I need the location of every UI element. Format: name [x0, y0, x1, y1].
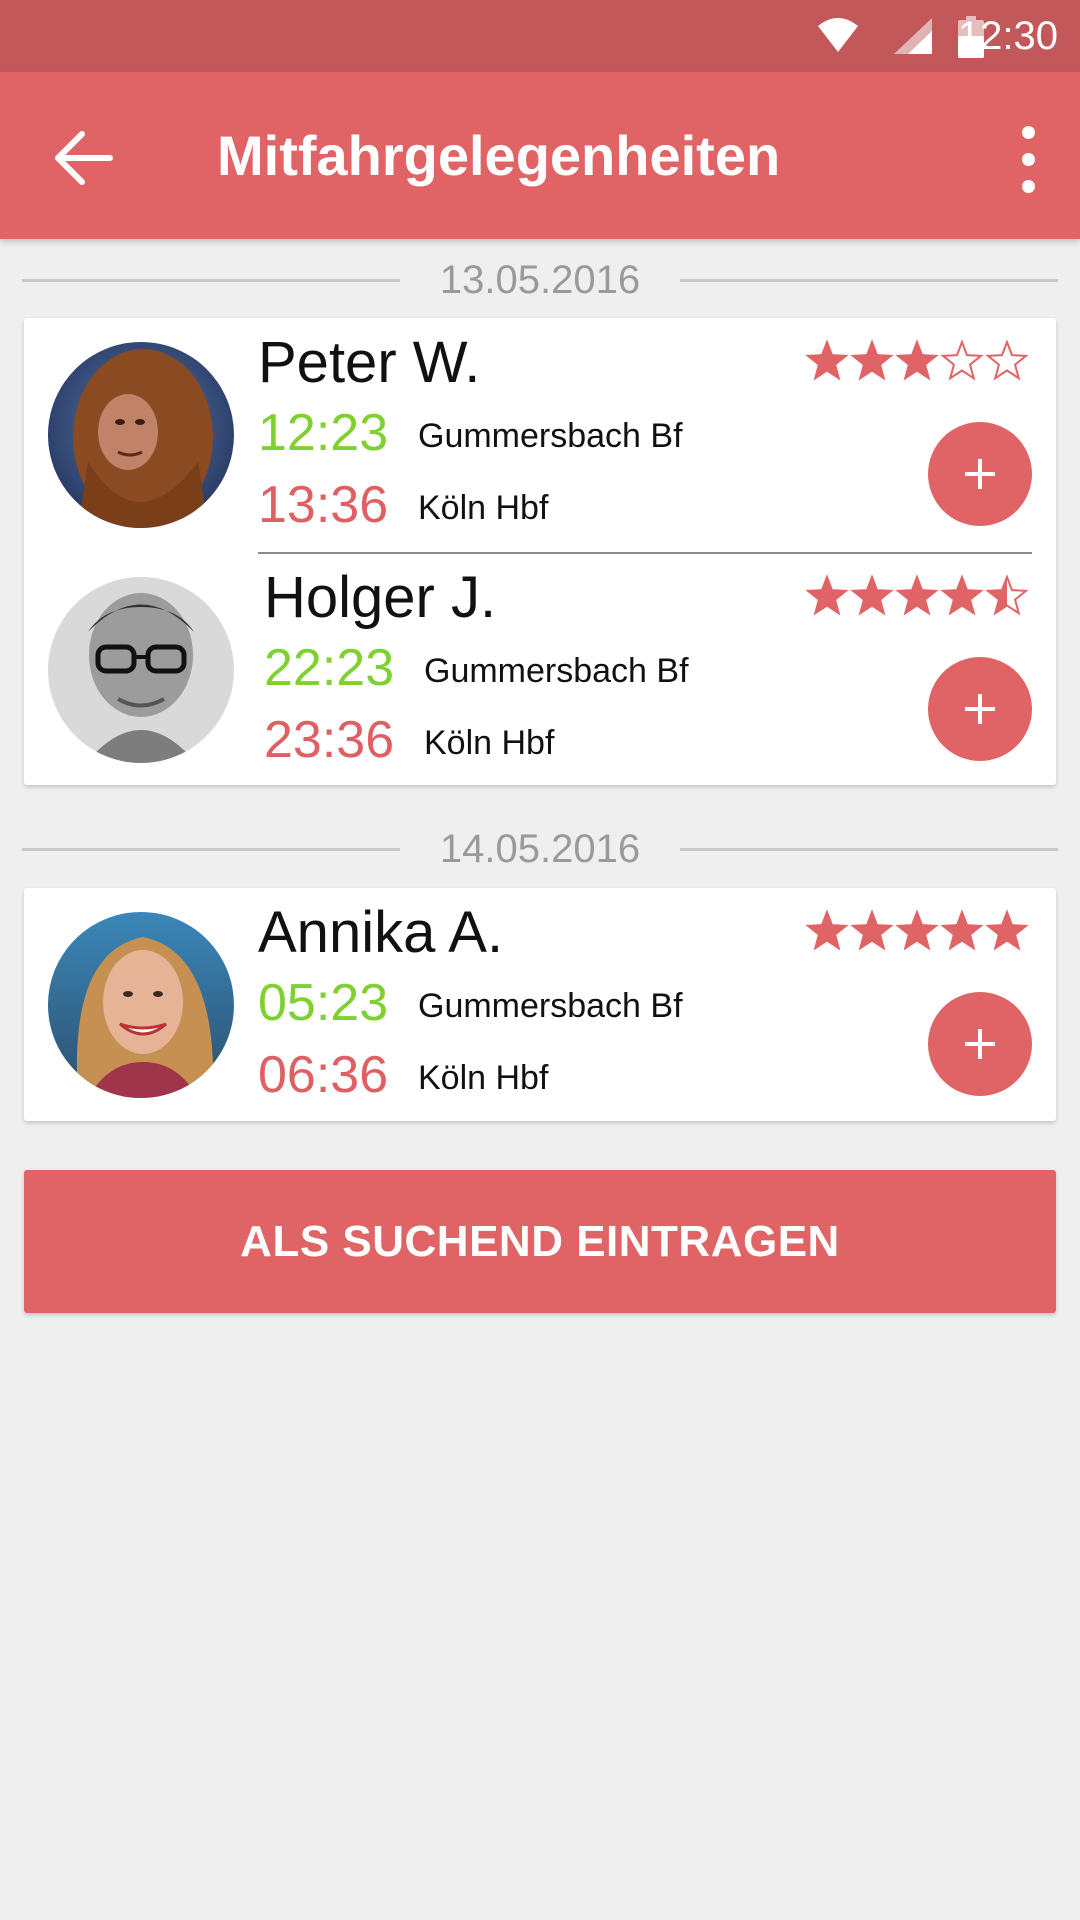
ride-item[interactable]: Annika A. 05:23 Gummersbach Bf 06:36 Köl… — [24, 888, 1056, 1118]
ride-card: Annika A. 05:23 Gummersbach Bf 06:36 Köl… — [24, 888, 1056, 1121]
arrival-time: 13:36 — [258, 476, 389, 534]
status-bar: 12:30 — [0, 0, 1080, 72]
departure-time: 12:23 — [258, 404, 389, 462]
driver-photo — [48, 342, 234, 528]
driver-photo — [48, 912, 234, 1098]
star-icon — [940, 339, 984, 381]
app-bar: Mitfahrgelegenheiten — [0, 72, 1080, 239]
date-header: 13.05.2016 — [22, 250, 1058, 310]
avatar — [48, 577, 234, 763]
departure-time: 05:23 — [258, 974, 389, 1032]
rating-stars — [805, 574, 1029, 616]
driver-name: Annika A. — [258, 900, 504, 965]
back-button[interactable] — [40, 115, 126, 201]
status-time: 12:30 — [957, 14, 1058, 58]
more-vert-icon — [1022, 126, 1035, 139]
arrival-place: Köln Hbf — [418, 489, 549, 527]
rating-stars — [805, 909, 1029, 951]
arrow-back-icon — [55, 131, 113, 185]
driver-photo — [48, 577, 234, 763]
star-icon — [805, 574, 849, 616]
overflow-menu-button[interactable] — [996, 124, 1056, 194]
star-icon — [895, 574, 939, 616]
arrival-place: Köln Hbf — [418, 1059, 549, 1097]
departure-time: 22:23 — [264, 639, 395, 697]
register-as-searching-button[interactable]: ALS SUCHEND EINTRAGEN — [24, 1170, 1056, 1313]
arrival-place: Köln Hbf — [424, 724, 555, 762]
star-icon — [895, 909, 939, 951]
star-icon — [850, 909, 894, 951]
star-icon — [805, 909, 849, 951]
add-ride-button[interactable] — [928, 992, 1032, 1096]
star-icon — [850, 339, 894, 381]
star-icon — [895, 339, 939, 381]
star-icon — [985, 574, 1029, 616]
star-icon — [940, 574, 984, 616]
avatar — [48, 342, 234, 528]
ride-item[interactable]: Holger J. 22:23 Gummersbach Bf 23:36 Köl… — [24, 553, 1056, 783]
avatar — [48, 912, 234, 1098]
departure-place: Gummersbach Bf — [418, 987, 683, 1025]
wifi-icon — [818, 18, 858, 52]
ride-item[interactable]: Peter W. 12:23 Gummersbach Bf 13:36 Köln… — [24, 318, 1056, 548]
page-title: Mitfahrgelegenheiten — [217, 124, 781, 187]
cell-signal-icon — [894, 18, 932, 54]
divider-line — [680, 848, 1058, 851]
add-ride-button[interactable] — [928, 422, 1032, 526]
add-ride-button[interactable] — [928, 657, 1032, 761]
driver-name: Peter W. — [258, 330, 481, 395]
star-icon — [985, 909, 1029, 951]
arrival-time: 23:36 — [264, 711, 395, 769]
star-icon — [805, 339, 849, 381]
divider-line — [680, 279, 1058, 282]
star-icon — [850, 574, 894, 616]
star-icon — [940, 909, 984, 951]
star-icon — [985, 339, 1029, 381]
arrival-time: 06:36 — [258, 1046, 389, 1104]
departure-place: Gummersbach Bf — [418, 417, 683, 455]
date-header: 14.05.2016 — [22, 819, 1058, 879]
rating-stars — [805, 339, 1029, 381]
departure-place: Gummersbach Bf — [424, 652, 689, 690]
driver-name: Holger J. — [264, 565, 497, 630]
ride-card: Peter W. 12:23 Gummersbach Bf 13:36 Köln… — [24, 318, 1056, 785]
